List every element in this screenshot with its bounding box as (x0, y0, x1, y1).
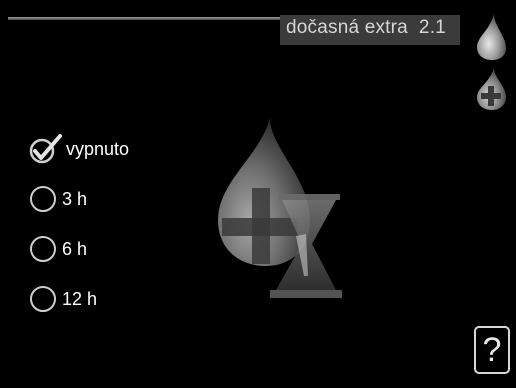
menu-number: 2.1 (418, 17, 446, 38)
option-label: 6 h (62, 238, 88, 259)
page-title: dočasná extra 2.1 (286, 17, 446, 39)
option-6h[interactable]: 6 h (30, 232, 87, 266)
option-label: 3 h (62, 188, 88, 209)
help-button[interactable]: ? (474, 326, 510, 374)
water-drop-plus-icon (477, 68, 506, 110)
screen: dočasná extra 2.1 vypnuto 3 h 6 h 12 h ? (0, 0, 516, 388)
checkmark-icon (26, 132, 66, 166)
option-12h[interactable]: 12 h (30, 282, 97, 316)
hot-water-drop-plus-hourglass-icon (218, 118, 342, 298)
page-title-label: dočasná extra (286, 17, 408, 38)
title-rule (8, 17, 280, 20)
radio-button[interactable] (30, 286, 56, 312)
option-3h[interactable]: 3 h (30, 182, 87, 216)
option-label: vypnuto (66, 138, 130, 159)
radio-button[interactable] (30, 186, 56, 212)
water-drop-icon (477, 14, 506, 60)
radio-button[interactable] (30, 236, 56, 262)
help-icon: ? (482, 330, 502, 369)
option-vypnuto[interactable]: vypnuto (26, 132, 129, 166)
option-label: 12 h (62, 288, 98, 309)
